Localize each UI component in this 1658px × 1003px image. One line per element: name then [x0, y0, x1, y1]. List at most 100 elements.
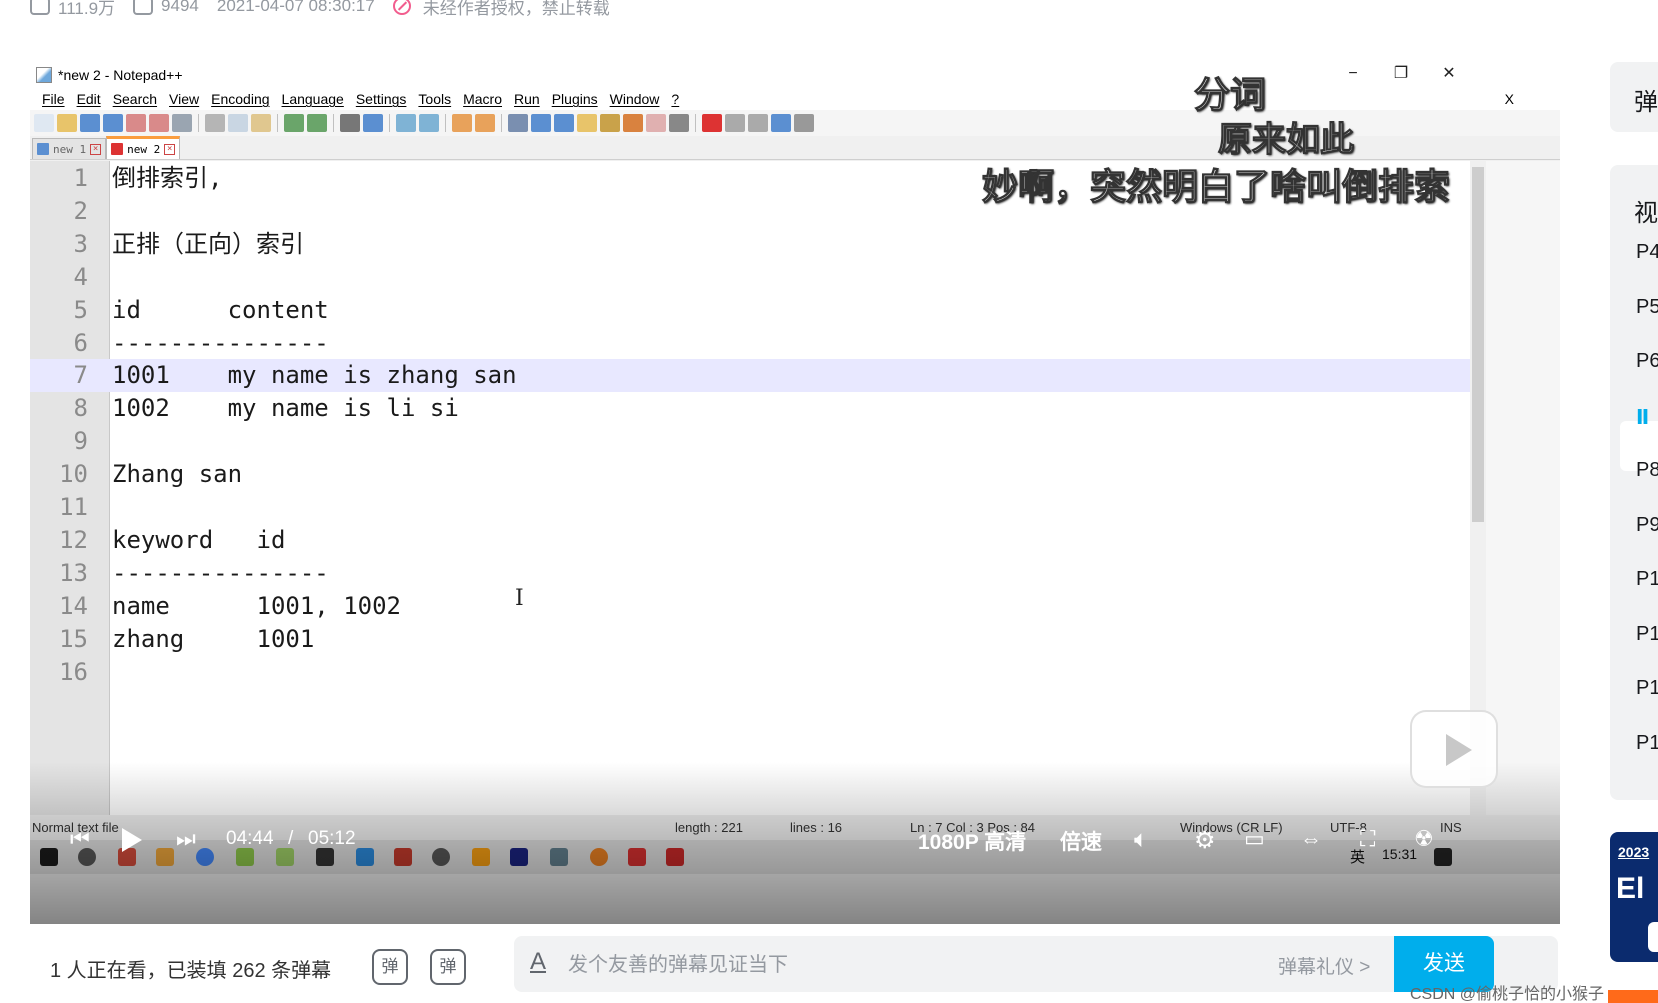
line-text: 正排（正向）索引: [112, 229, 304, 258]
episode-item[interactable]: P1: [1636, 732, 1658, 755]
episode-item[interactable]: P9: [1636, 514, 1658, 537]
line-number: 6: [73, 328, 88, 357]
cut-icon: [205, 114, 225, 132]
editor-line[interactable]: 4: [30, 261, 1470, 294]
no-repost-icon: [392, 0, 411, 15]
danmaku-toggle-icon[interactable]: ☢: [1414, 826, 1434, 852]
copyright-notice: 未经作者授权，禁止转载: [392, 0, 610, 19]
editor-line[interactable]: 10 Zhang san: [30, 458, 1470, 491]
undo-icon: [284, 114, 304, 132]
video-player[interactable]: *new 2 - Notepad++ − ❐ ✕ File Edit Searc…: [30, 62, 1560, 924]
close-doc-icon: X: [1504, 91, 1514, 107]
danmaku-item: 分词: [1193, 74, 1267, 116]
pip-icon[interactable]: ▭: [1244, 826, 1265, 852]
orange-tab: [1608, 990, 1658, 1003]
notepad-titlebar: *new 2 - Notepad++ − ❐ ✕: [30, 62, 1560, 88]
sync-v-icon: [452, 114, 472, 132]
prev-icon[interactable]: ⏮: [70, 826, 90, 852]
saved-disk-icon: [37, 143, 49, 155]
editor-line[interactable]: 12 keyword id: [30, 524, 1470, 557]
notepad-menubar: File Edit Search View Encoding Language …: [30, 88, 1560, 110]
danmaku-count: 9494: [133, 0, 199, 16]
editor-line[interactable]: 14 name 1001, 1002: [30, 590, 1470, 623]
save-macro-icon: [794, 114, 814, 132]
danmaku-settings-button[interactable]: 弹: [430, 949, 466, 985]
episode-item[interactable]: P4: [1636, 241, 1658, 264]
editor-line[interactable]: 11: [30, 491, 1470, 524]
minimize-icon: −: [1348, 65, 1358, 82]
editor-line[interactable]: 5 id content: [30, 294, 1470, 327]
editor-line[interactable]: 7 1001 my name is zhang san: [30, 359, 1470, 393]
episode-item[interactable]: P5: [1636, 296, 1658, 319]
menu-window: Window: [609, 91, 660, 107]
redo-icon: [307, 114, 327, 132]
next-icon[interactable]: ⏭: [176, 826, 196, 852]
danmaku-etiquette-link[interactable]: 弹幕礼仪 >: [1278, 952, 1370, 979]
danmaku-item: 原来如此: [1217, 119, 1354, 160]
volume-icon[interactable]: 🔈︎: [1134, 826, 1148, 854]
widescreen-icon[interactable]: ⇔: [1300, 826, 1322, 852]
toolbar-divider: [695, 114, 696, 132]
line-number: 11: [59, 493, 88, 521]
tab-close-icon: ×: [164, 143, 176, 155]
quality-button[interactable]: 1080P 高清: [918, 826, 1026, 856]
fullscreen-icon[interactable]: ⛶: [1360, 826, 1375, 852]
editor-line[interactable]: 9: [30, 425, 1470, 458]
settings-gear-icon[interactable]: ⚙: [1194, 826, 1216, 855]
bilibili-tv-icon: [1410, 710, 1498, 788]
word-wrap-icon: [508, 114, 528, 132]
playlist-panel: 视 P4 P5 P6 Ⅱ P8 P9 P1 P1 P1 P1: [1610, 165, 1658, 800]
toolbar-divider: [445, 114, 446, 132]
danmaku-toggle-button[interactable]: 弹: [372, 949, 408, 985]
menu-view: View: [169, 91, 200, 107]
danmaku-count-icon: [133, 0, 154, 15]
toolbar-divider: [501, 114, 502, 132]
menu-search: Search: [112, 91, 158, 107]
episode-item[interactable]: P1: [1636, 677, 1658, 700]
episode-item[interactable]: Ⅱ: [1636, 405, 1649, 430]
time-separator: /: [288, 828, 294, 849]
text-cursor-icon: I: [515, 586, 524, 611]
menu-plugins: Plugins: [551, 91, 598, 107]
line-text: ---------------: [112, 328, 329, 357]
editor-line[interactable]: 6 ---------------: [30, 327, 1470, 360]
tab-new-1: new 1 ×: [32, 138, 107, 159]
font-style-icon[interactable]: A: [530, 948, 546, 976]
menu-help: ?: [671, 91, 680, 107]
copy-icon: [228, 114, 248, 132]
line-number: 14: [59, 591, 88, 620]
line-text: ---------------: [112, 558, 329, 587]
banner-year: 2023: [1618, 844, 1650, 860]
replace-icon: [363, 114, 383, 132]
player-controls: ⏮ ⏭ 04:44 / 05:12 1080P 高清 倍速 🔈︎ ⚙ ▭ ⇔ ⛶…: [30, 818, 1560, 862]
episode-item[interactable]: P1: [1636, 568, 1658, 591]
restore-icon: ❐: [1393, 65, 1409, 82]
banner-shape: [1648, 922, 1658, 952]
danmaku-list-panel[interactable]: 弹: [1610, 62, 1658, 132]
print-icon: [172, 114, 192, 132]
editor-line[interactable]: 16: [30, 656, 1470, 689]
line-number: 9: [73, 427, 88, 456]
run-macro-multiple-icon: [771, 114, 791, 132]
episode-item[interactable]: P1: [1636, 623, 1658, 646]
danmaku-input[interactable]: [568, 946, 1248, 982]
line-number: 8: [73, 394, 88, 423]
csdn-watermark: CSDN @偷桃子恰的小猴子: [1410, 986, 1605, 1003]
line-text: 倒排索引,: [112, 164, 223, 192]
promo-banner[interactable]: 2023 El: [1610, 832, 1658, 962]
function-list-icon: [623, 114, 643, 132]
tab-new-2: new 2 ×: [106, 136, 181, 159]
editor-line[interactable]: 8 1002 my name is li si: [30, 392, 1470, 425]
menu-encoding: Encoding: [211, 91, 270, 107]
line-number: 7: [73, 361, 88, 390]
episode-item[interactable]: P6: [1636, 350, 1658, 373]
editor-line[interactable]: 13 ---------------: [30, 557, 1470, 590]
duration: 05:12: [308, 828, 356, 849]
episode-item[interactable]: P8: [1636, 459, 1658, 482]
editor-line[interactable]: 15 zhang 1001: [30, 623, 1470, 656]
line-number: 16: [59, 657, 88, 686]
editor-line[interactable]: 3 正排（正向）索引: [30, 228, 1470, 261]
speed-button[interactable]: 倍速: [1060, 826, 1102, 856]
line-text: 1001 my name is zhang san: [112, 361, 517, 390]
play-button[interactable]: [122, 828, 142, 852]
